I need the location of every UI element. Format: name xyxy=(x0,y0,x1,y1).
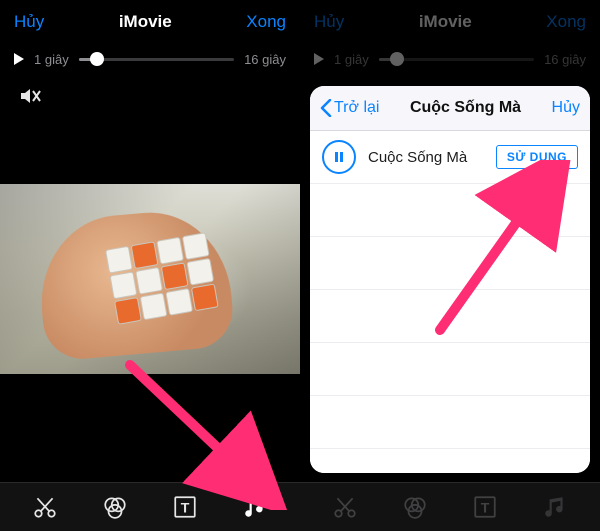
chevron-left-icon xyxy=(320,99,332,117)
list-item xyxy=(310,184,590,237)
text-tool: T xyxy=(468,490,502,524)
app-title: iMovie xyxy=(419,12,472,32)
sheet-cancel-button[interactable]: Hủy xyxy=(552,99,580,117)
top-nav-bar: Hủy iMovie Xong xyxy=(0,0,300,44)
phone-screen-left: Hủy iMovie Xong 1 giây 16 giây xyxy=(0,0,301,531)
back-label: Trở lại xyxy=(334,99,379,117)
list-item xyxy=(310,396,590,449)
list-item xyxy=(310,343,590,396)
cut-tool xyxy=(328,490,362,524)
song-name: Cuộc Sống Mà xyxy=(368,149,484,166)
scrubber-row: 1 giây 16 giây xyxy=(0,44,300,74)
time-current: 1 giây xyxy=(34,52,69,67)
list-item[interactable]: Cuộc Sống Mà SỬ DỤNG xyxy=(310,131,590,184)
app-title: iMovie xyxy=(119,12,172,32)
mute-area xyxy=(0,74,300,108)
done-button: Xong xyxy=(546,12,586,32)
cut-tool[interactable] xyxy=(28,490,62,524)
mute-icon[interactable] xyxy=(18,84,42,108)
svg-text:T: T xyxy=(181,499,190,515)
list-item xyxy=(310,290,590,343)
sheet-title: Cuộc Sống Mà xyxy=(410,99,521,117)
done-button[interactable]: Xong xyxy=(246,12,286,32)
list-item xyxy=(310,237,590,290)
filters-tool xyxy=(398,490,432,524)
music-tool xyxy=(538,490,572,524)
tool-bar: T xyxy=(0,482,300,531)
screenshot-stage: Hủy iMovie Xong 1 giây 16 giây xyxy=(0,0,600,531)
pause-icon[interactable] xyxy=(322,140,356,174)
cancel-button: Hủy xyxy=(314,12,344,32)
text-tool[interactable]: T xyxy=(168,490,202,524)
time-total: 16 giây xyxy=(544,52,586,67)
tool-bar: T xyxy=(300,482,600,531)
scrubber-thumb[interactable] xyxy=(90,52,104,66)
scrubber-track xyxy=(379,58,534,61)
video-preview[interactable] xyxy=(0,184,300,374)
use-button[interactable]: SỬ DỤNG xyxy=(496,145,578,169)
time-total: 16 giây xyxy=(244,52,286,67)
play-icon xyxy=(314,53,324,65)
time-current: 1 giây xyxy=(334,52,369,67)
music-picker-sheet: Trở lại Cuộc Sống Mà Hủy Cuộc Sống Mà SỬ… xyxy=(310,86,590,473)
phone-screen-right: Hủy iMovie Xong 1 giây 16 giây Trở lại xyxy=(300,0,600,531)
music-tool[interactable] xyxy=(238,490,272,524)
sheet-nav-bar: Trở lại Cuộc Sống Mà Hủy xyxy=(310,86,590,131)
song-list: Cuộc Sống Mà SỬ DỤNG xyxy=(310,131,590,473)
back-button[interactable]: Trở lại xyxy=(320,99,379,117)
cancel-button[interactable]: Hủy xyxy=(14,12,44,32)
scrubber-track[interactable] xyxy=(79,58,234,61)
top-nav-bar: Hủy iMovie Xong xyxy=(300,0,600,44)
filters-tool[interactable] xyxy=(98,490,132,524)
svg-text:T: T xyxy=(481,499,490,515)
list-item xyxy=(310,449,590,473)
scrubber-row: 1 giây 16 giây xyxy=(300,44,600,74)
play-icon[interactable] xyxy=(14,53,24,65)
